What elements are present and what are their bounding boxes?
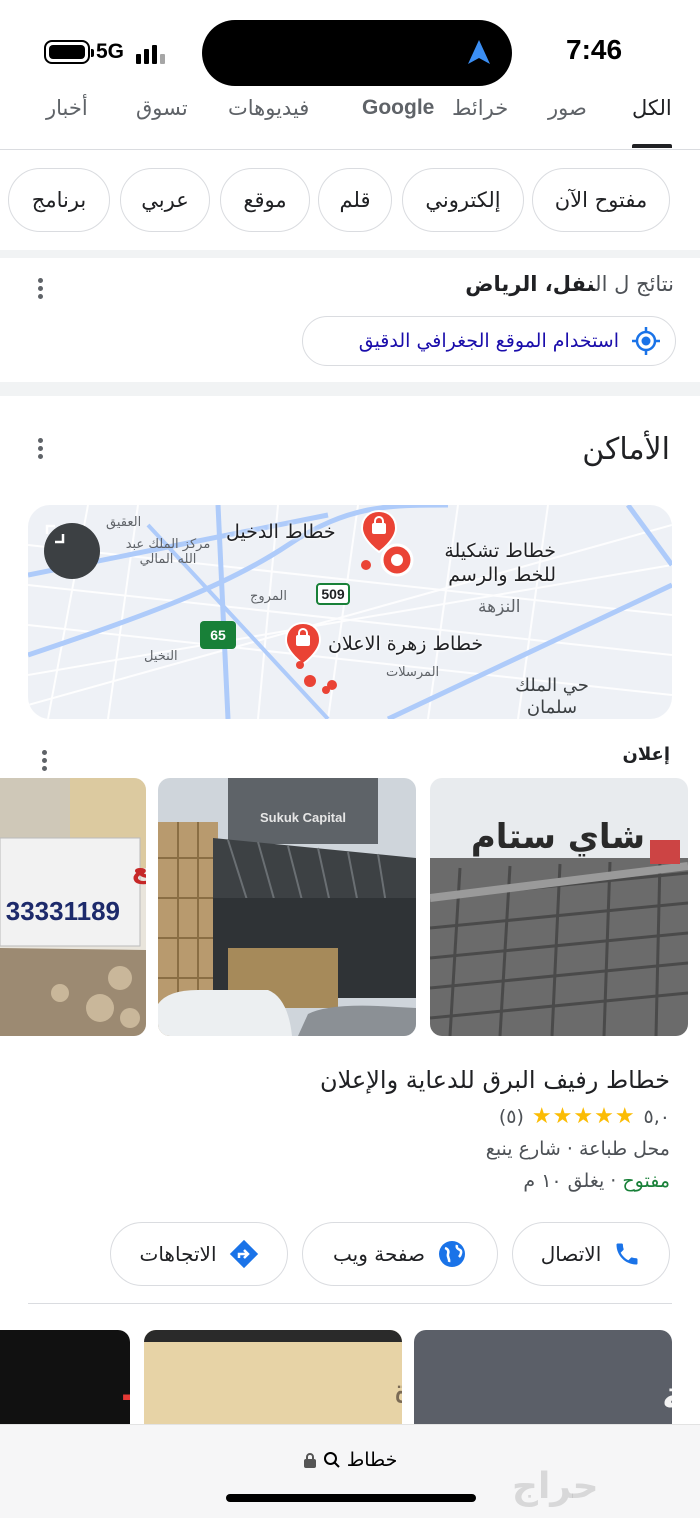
land-sign-photo: أرض للبيع 33331189 [0, 778, 146, 1036]
tab-all[interactable]: الكل [632, 96, 672, 120]
sign-photo-2: خارج دائرة الأمارة [144, 1330, 402, 1430]
building-photo: Sukuk Capital [158, 778, 416, 1036]
business-photo[interactable]: خارج دائرة الأمارة [144, 1330, 402, 1430]
tab-images[interactable]: صور [548, 96, 587, 120]
lock-icon [303, 1453, 316, 1468]
sign-photo-1: استراحة خاصة [414, 1330, 672, 1430]
more-options-icon[interactable] [36, 276, 44, 299]
call-label: الاتصال [540, 1242, 602, 1266]
business-photo[interactable]: خطاط [0, 1330, 130, 1430]
more-options-icon[interactable] [36, 436, 44, 459]
chip-arabic[interactable]: عربي [120, 168, 210, 232]
open-status: مفتوح [622, 1170, 670, 1192]
location-arrow-icon [468, 40, 490, 64]
directions-button[interactable]: الاتجاهات [110, 1222, 288, 1286]
phone-icon [616, 1243, 638, 1265]
active-tab-indicator [632, 144, 672, 148]
precise-location-button[interactable]: استخدام الموقع الجغرافي الدقيق [302, 316, 676, 366]
bottom-photo-text: خارج دائرة الأمارة [394, 1371, 402, 1410]
places-heading: الأماكن [582, 432, 670, 467]
clock: 7:46 [566, 34, 623, 65]
more-options-icon[interactable] [40, 748, 48, 771]
filter-chips: مفتوح الآن إلكتروني قلم موقع عربي برنامج [0, 150, 700, 250]
section-divider [0, 250, 700, 258]
tab-shopping[interactable]: تسوق [136, 96, 188, 120]
home-indicator [226, 1494, 476, 1502]
business-photo[interactable]: Sukuk Capital [158, 778, 416, 1036]
card-divider [28, 1303, 672, 1304]
business-photo[interactable]: شاي ستام [430, 778, 688, 1036]
rating-value: ٥,٠ [643, 1105, 670, 1128]
review-count: (٥) [498, 1105, 524, 1128]
search-tabs: الكل صور خرائط Google فيديوهات تسوق أخبا… [0, 90, 700, 150]
business-photo[interactable]: استراحة خاصة [414, 1330, 672, 1430]
land-sign-phone: 33331189 [6, 896, 120, 926]
shop-sign-photo: شاي ستام [430, 778, 688, 1036]
precise-location-label: استخدام الموقع الجغرافي الدقيق [358, 330, 619, 352]
business-hours: مفتوح · يغلق ١٠ م [523, 1170, 670, 1192]
bottom-photo-text: خطاط [120, 1360, 130, 1411]
signal-icon [136, 40, 170, 64]
chip-open-now[interactable]: مفتوح الآن [532, 168, 670, 232]
map-preview[interactable]: العقيق مركز الملك عبد الله المالي المروج… [28, 505, 672, 719]
website-label: صفحة ويب [333, 1242, 425, 1266]
search-icon [323, 1452, 340, 1468]
star-rating: ★★★★★ [531, 1104, 636, 1129]
tab-news[interactable]: أخبار [46, 96, 88, 120]
network-type: 5G [96, 40, 125, 63]
map-dots [296, 560, 371, 694]
globe-icon [438, 1241, 465, 1267]
chip-program[interactable]: برنامج [8, 168, 110, 232]
business-photo[interactable]: أرض للبيع 33331189 [0, 778, 146, 1036]
battery-icon [44, 40, 94, 64]
call-button[interactable]: الاتصال [512, 1222, 670, 1286]
shop-sign-text: شاي ستام [471, 817, 645, 857]
website-button[interactable]: صفحة ويب [302, 1222, 498, 1286]
section-divider [0, 382, 700, 396]
directions-label: الاتجاهات [139, 1242, 217, 1266]
ad-label: إعلان [622, 744, 671, 765]
results-location: نتائج ل النفل، الرياض [465, 272, 674, 296]
chip-pen[interactable]: قلم [318, 168, 392, 232]
rating-row: ٥,٠ ★★★★★ (٥) [499, 1104, 670, 1129]
building-sign-text: Sukuk Capital [260, 810, 346, 825]
business-name[interactable]: خطاط رفيف البرق للدعاية والإعلان [320, 1066, 670, 1094]
tab-google[interactable]: Google [362, 96, 434, 120]
chip-site[interactable]: موقع [220, 168, 310, 232]
business-category: محل طباعة · شارع ينبع [485, 1138, 670, 1160]
status-bar: 5G 7:46 [0, 0, 700, 100]
closing-time: · يغلق ١٠ م [523, 1170, 623, 1192]
land-sign-text: أرض للبيع [132, 852, 146, 885]
directions-icon [229, 1239, 258, 1269]
location-target-icon [632, 327, 660, 355]
watermark: حراج [512, 1466, 599, 1507]
tab-maps[interactable]: خرائط [452, 96, 508, 120]
chip-electronic[interactable]: إلكتروني [402, 168, 524, 232]
bottom-photo-text: استراحة خاصة [662, 1373, 672, 1417]
sign-photo-3: خطاط [0, 1330, 130, 1430]
tab-videos[interactable]: فيديوهات [228, 96, 309, 120]
url-text: خطاط [346, 1449, 398, 1471]
